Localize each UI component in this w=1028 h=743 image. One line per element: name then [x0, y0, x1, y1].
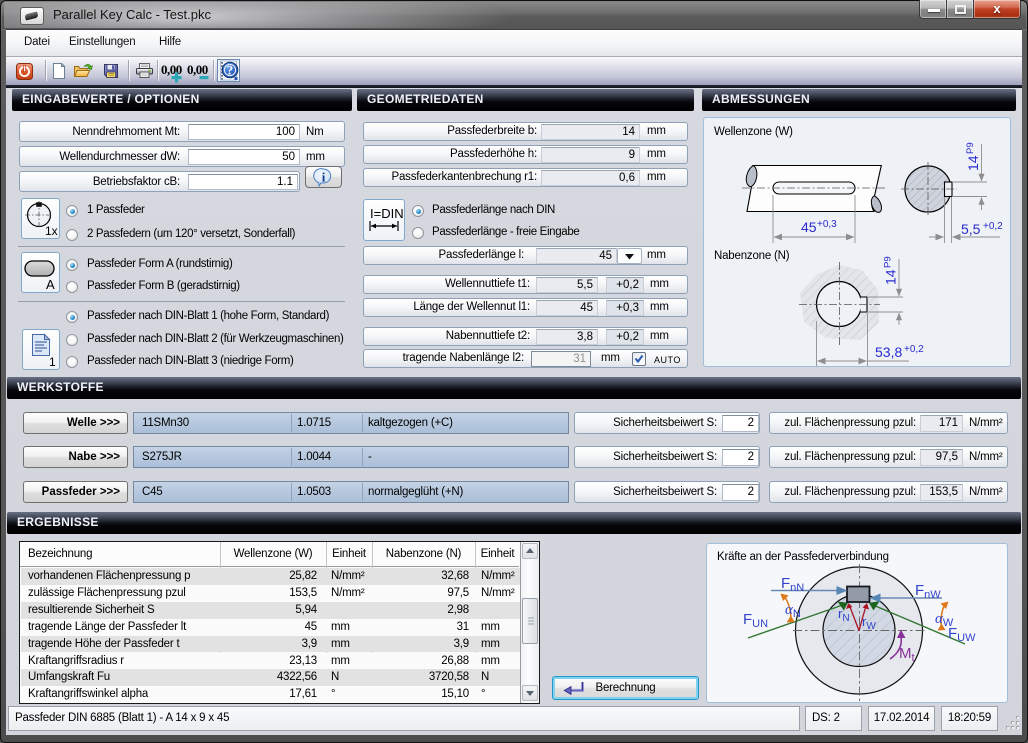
svg-text:5,5: 5,5 — [961, 221, 981, 237]
svg-text:i: i — [322, 170, 326, 185]
svg-text:14: 14 — [965, 155, 981, 171]
svg-text:αW: αW — [935, 611, 954, 629]
svg-text:1: 1 — [49, 355, 56, 369]
svg-text:P9: P9 — [965, 142, 976, 154]
svg-text:FnN: FnN — [781, 575, 804, 594]
svg-text:FUN: FUN — [743, 611, 768, 630]
svg-text:45: 45 — [801, 219, 817, 235]
svg-text:I=DIN: I=DIN — [370, 206, 404, 221]
svg-text:+0,2: +0,2 — [904, 344, 924, 355]
svg-text:+0,3: +0,3 — [817, 219, 837, 230]
svg-text:1x: 1x — [45, 224, 58, 238]
svg-text:A: A — [46, 277, 55, 292]
svg-text:αN: αN — [785, 602, 801, 620]
svg-text:?: ? — [227, 63, 234, 78]
svg-text:FnW: FnW — [915, 582, 941, 601]
svg-text:P9: P9 — [883, 256, 894, 268]
svg-text:14: 14 — [883, 269, 899, 285]
svg-text:53,8: 53,8 — [875, 344, 902, 360]
svg-text:+0,2: +0,2 — [983, 221, 1003, 232]
